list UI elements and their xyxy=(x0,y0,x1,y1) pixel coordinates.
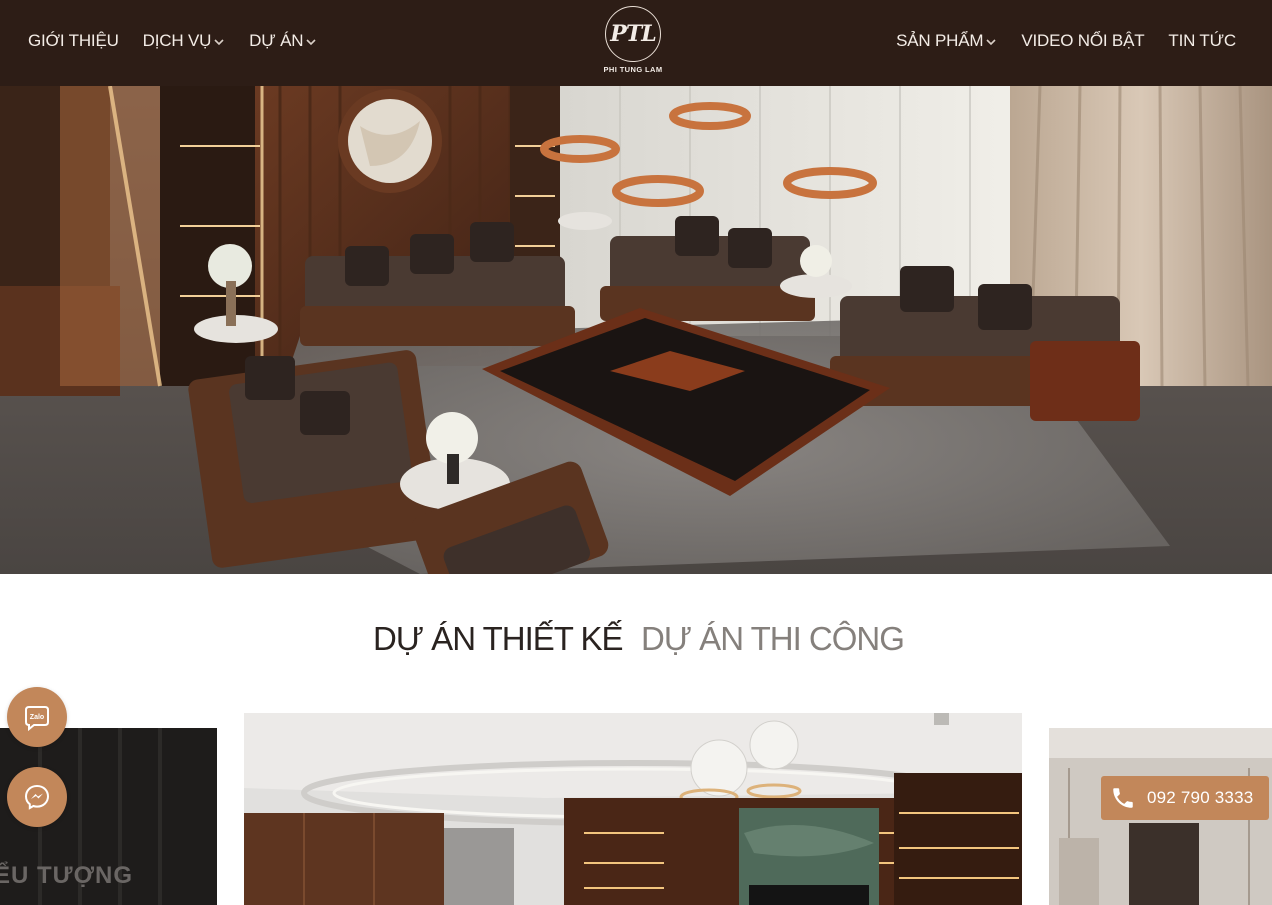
zalo-icon: Zalo xyxy=(25,706,49,732)
nav-video-noi-bat-label: VIDEO NỔI BẬT xyxy=(1021,31,1145,50)
nav-tin-tuc-label: TIN TỨC xyxy=(1168,31,1236,50)
chevron-down-icon xyxy=(214,38,224,45)
nav-video-noi-bat[interactable]: VIDEO NỔI BẬT xyxy=(1021,31,1144,51)
nav-du-an[interactable]: DỰ ÁN xyxy=(249,31,317,51)
nav-dich-vu[interactable]: DỊCH VỤ xyxy=(143,31,226,51)
project-tabs: DỰ ÁN THIẾT KẾ DỰ ÁN THI CÔNG xyxy=(0,620,1272,664)
messenger-icon xyxy=(24,784,50,810)
hero-slider[interactable] xyxy=(0,86,1272,574)
nav-dich-vu-label: DỊCH VỤ xyxy=(142,31,212,50)
logo-mark: PTL xyxy=(605,6,661,62)
nav-du-an-label: DỰ ÁN xyxy=(249,31,304,50)
chevron-down-icon xyxy=(306,38,316,45)
zalo-icon-label: Zalo xyxy=(30,714,44,721)
main-nav-right: SẢN PHẨM VIDEO NỔI BẬT TIN TỨC xyxy=(872,0,1236,82)
project-card-featured[interactable] xyxy=(244,713,1022,905)
brand-logo[interactable]: PTL PHI TUNG LAM xyxy=(598,6,668,78)
project-card-featured-image xyxy=(244,713,1022,905)
nav-gioi-thieu[interactable]: GIỚI THIỆU xyxy=(28,31,119,51)
tab-du-an-thiet-ke[interactable]: DỰ ÁN THIẾT KẾ xyxy=(373,620,624,658)
project-card-caption: ỂU TƯỢNG xyxy=(0,862,134,889)
main-nav-left: GIỚI THIỆU DỊCH VỤ DỰ ÁN xyxy=(28,0,341,82)
nav-san-pham-label: SẢN PHẨM xyxy=(896,31,984,50)
tab-du-an-thi-cong[interactable]: DỰ ÁN THI CÔNG xyxy=(641,620,905,658)
phone-icon xyxy=(1113,788,1133,808)
site-header: GIỚI THIỆU DỊCH VỤ DỰ ÁN PTL PHI TUNG LA… xyxy=(0,0,1272,86)
nav-san-pham[interactable]: SẢN PHẨM xyxy=(896,31,997,51)
nav-tin-tuc[interactable]: TIN TỨC xyxy=(1168,31,1236,51)
hero-living-room-image xyxy=(0,86,1272,574)
phone-number: 092 790 3333 xyxy=(1147,788,1254,807)
zalo-button[interactable]: Zalo xyxy=(7,687,67,747)
chevron-down-icon xyxy=(986,38,996,45)
nav-gioi-thieu-label: GIỚI THIỆU xyxy=(28,31,119,50)
call-button[interactable]: 092 790 3333 xyxy=(1101,776,1269,820)
messenger-button[interactable] xyxy=(7,767,67,827)
logo-text: PHI TUNG LAM xyxy=(603,65,663,74)
